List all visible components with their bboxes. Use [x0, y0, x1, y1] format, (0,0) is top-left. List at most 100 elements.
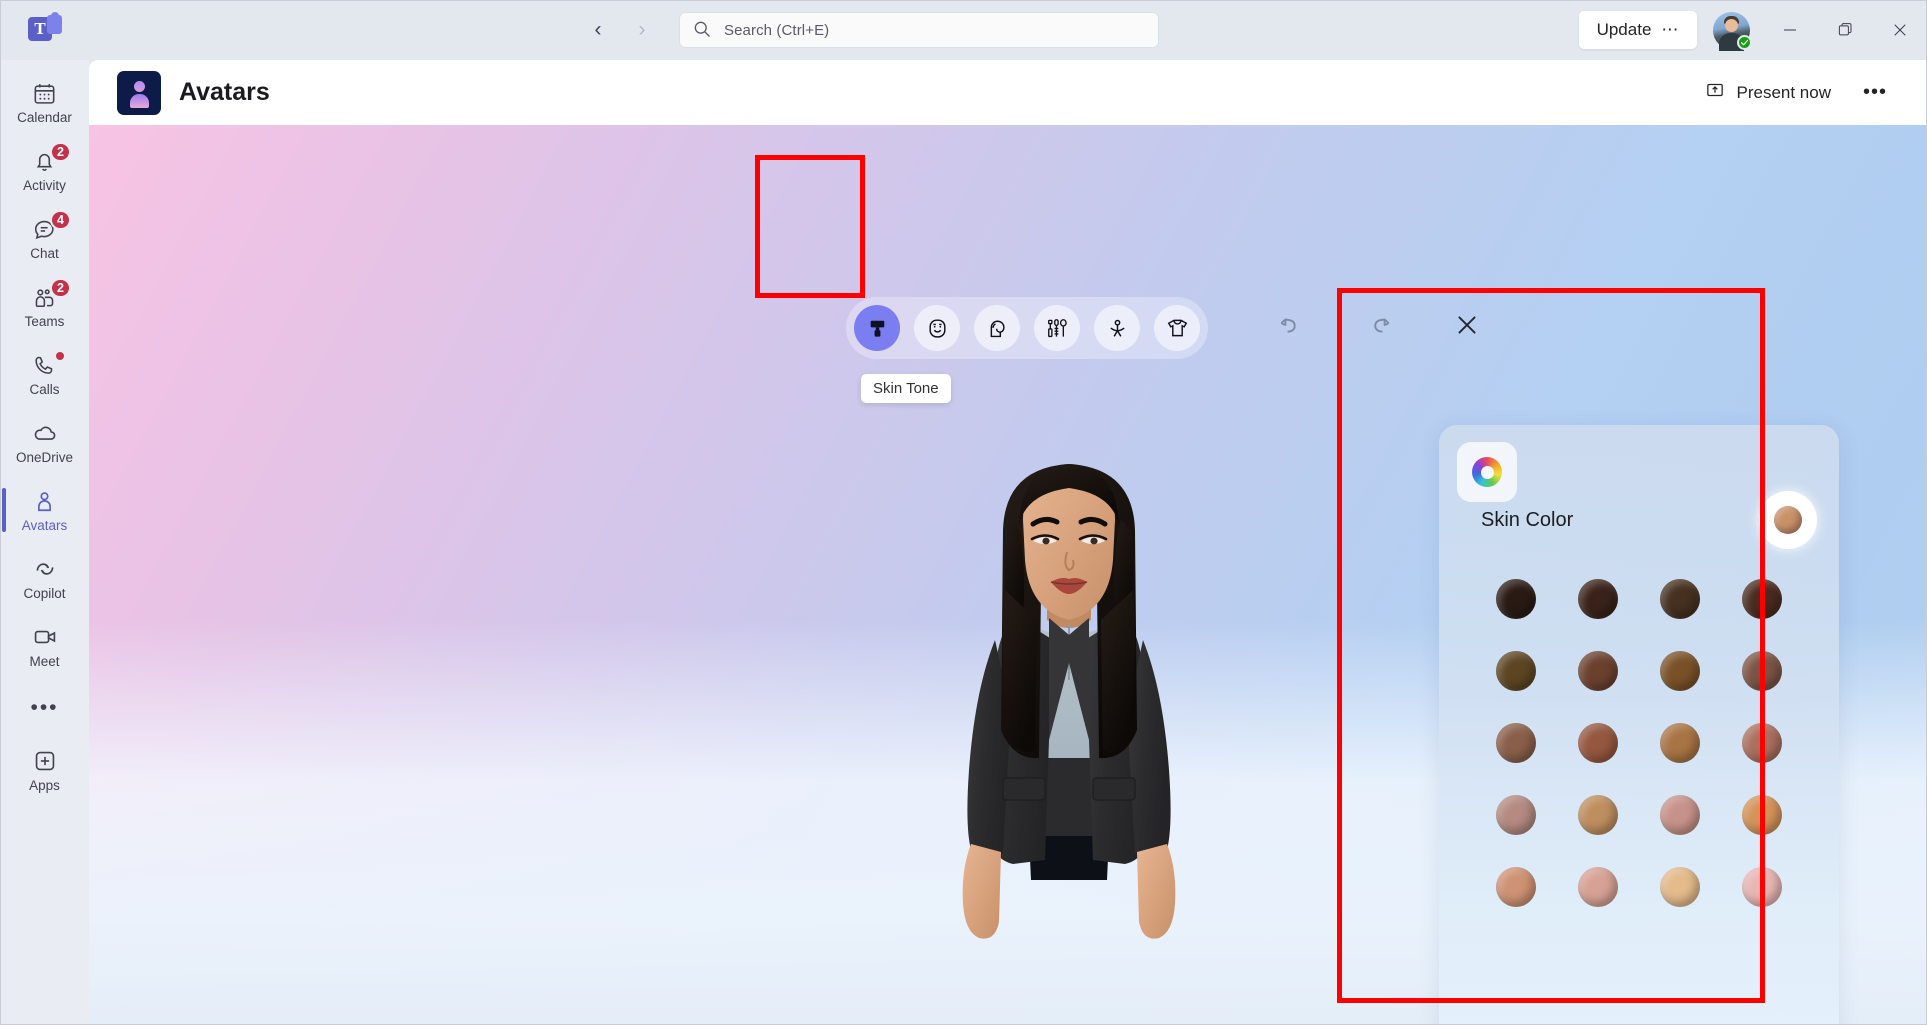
- sidebar-item-label: Avatars: [21, 518, 68, 533]
- current-skin-color-swatch[interactable]: [1759, 491, 1817, 549]
- skin-color-swatch[interactable]: [1494, 649, 1538, 693]
- video-camera-icon: [32, 623, 58, 651]
- content-area: Avatars Present now ••• Skin Tone Skin C…: [89, 60, 1927, 1025]
- navigation-arrows: ‹ ›: [580, 12, 660, 48]
- swatch-color: [1496, 651, 1536, 691]
- title-bar: T ‹ › Search (Ctrl+E) Update ⋯: [0, 0, 1927, 60]
- swatch-color: [1660, 795, 1700, 835]
- skin-color-swatch[interactable]: [1740, 577, 1784, 621]
- editor-actions: [1271, 305, 1487, 345]
- avatars-app-icon: [117, 70, 161, 115]
- hair-icon: [985, 316, 1010, 341]
- undo-icon[interactable]: [1271, 305, 1311, 345]
- skin-color-swatch[interactable]: [1658, 577, 1702, 621]
- status-badge: 4: [50, 210, 71, 230]
- skin-color-swatch[interactable]: [1576, 793, 1620, 837]
- swatch-color: [1742, 579, 1782, 619]
- category-tooltip: Skin Tone: [861, 374, 951, 403]
- sidebar-item-chat[interactable]: 4 Chat: [0, 204, 89, 272]
- update-overflow-icon[interactable]: ⋯: [1661, 20, 1679, 40]
- sidebar-item-label: Chat: [30, 246, 59, 261]
- sidebar-item-apps[interactable]: Apps: [0, 736, 89, 804]
- skin-color-swatch[interactable]: [1740, 865, 1784, 909]
- color-wheel-icon: [1472, 457, 1502, 487]
- category-clothing[interactable]: [1154, 305, 1200, 351]
- skin-color-swatch[interactable]: [1494, 793, 1538, 837]
- skin-color-swatch[interactable]: [1494, 577, 1538, 621]
- swatch-color: [1578, 795, 1618, 835]
- redo-icon[interactable]: [1359, 305, 1399, 345]
- cloud-icon: [32, 419, 58, 447]
- category-body[interactable]: [1094, 305, 1140, 351]
- update-button[interactable]: Update ⋯: [1579, 11, 1697, 49]
- search-placeholder: Search (Ctrl+E): [724, 21, 830, 39]
- sidebar-item-onedrive[interactable]: OneDrive: [0, 408, 89, 476]
- swatch-color: [1496, 723, 1536, 763]
- sidebar-item-label: OneDrive: [15, 450, 74, 465]
- face-icon: [925, 316, 950, 341]
- teams-window: T ‹ › Search (Ctrl+E) Update ⋯ Calendar …: [0, 0, 1927, 1025]
- skin-color-swatch-grid: [1475, 577, 1803, 909]
- swatch-color: [1660, 867, 1700, 907]
- category-face[interactable]: [914, 305, 960, 351]
- sidebar-item-label: Activity: [23, 178, 66, 193]
- swatch-color: [1742, 867, 1782, 907]
- sidebar-item-avatars[interactable]: Avatars: [0, 476, 89, 544]
- skin-color-swatch[interactable]: [1576, 649, 1620, 693]
- skin-color-swatch[interactable]: [1576, 577, 1620, 621]
- close-icon[interactable]: [1872, 0, 1927, 60]
- body-icon: [1105, 316, 1130, 341]
- sidebar-item-calendar[interactable]: Calendar: [0, 68, 89, 136]
- swatch-color: [1742, 723, 1782, 763]
- avatar[interactable]: [1713, 11, 1752, 51]
- maximize-icon[interactable]: [1817, 0, 1872, 60]
- sidebar-item-label: Copilot: [23, 586, 66, 601]
- search-input[interactable]: Search (Ctrl+E): [680, 13, 1158, 47]
- skin-color-swatch[interactable]: [1494, 865, 1538, 909]
- skin-color-swatch[interactable]: [1658, 865, 1702, 909]
- skin-color-swatch[interactable]: [1576, 865, 1620, 909]
- skin-color-swatch[interactable]: [1740, 649, 1784, 693]
- skin-color-swatch[interactable]: [1740, 721, 1784, 765]
- category-skin-tone[interactable]: [854, 305, 900, 351]
- skin-color-swatch[interactable]: [1576, 721, 1620, 765]
- app-header-more-icon[interactable]: •••: [1851, 77, 1899, 108]
- swatch-color: [1660, 651, 1700, 691]
- swatch-color: [1742, 795, 1782, 835]
- swatch-color: [1578, 579, 1618, 619]
- close-editor-icon[interactable]: [1447, 305, 1487, 345]
- sidebar-item-calls[interactable]: Calls: [0, 340, 89, 408]
- present-now-button[interactable]: Present now: [1693, 73, 1843, 112]
- makeup-icon: [1045, 316, 1070, 341]
- sidebar-item-meet[interactable]: Meet: [0, 612, 89, 680]
- category-hair[interactable]: [974, 305, 1020, 351]
- minimize-icon[interactable]: [1762, 0, 1817, 60]
- forward-button[interactable]: ›: [624, 12, 660, 48]
- skin-color-swatch[interactable]: [1740, 793, 1784, 837]
- back-button[interactable]: ‹: [580, 12, 616, 48]
- skin-color-panel: Skin Color: [1439, 425, 1839, 1025]
- sidebar-item-label: Apps: [29, 778, 60, 793]
- presence-available-icon: [1737, 34, 1752, 50]
- person-icon: [32, 487, 57, 515]
- swatch-color: [1742, 651, 1782, 691]
- page-title: Avatars: [179, 78, 270, 106]
- swatch-color: [1578, 867, 1618, 907]
- category-makeup[interactable]: [1034, 305, 1080, 351]
- plus-square-icon: [32, 747, 58, 775]
- skin-color-swatch[interactable]: [1658, 721, 1702, 765]
- sidebar-more-button[interactable]: •••: [0, 680, 89, 736]
- sidebar-item-activity[interactable]: 2 Activity: [0, 136, 89, 204]
- color-wheel-button[interactable]: [1457, 442, 1517, 502]
- swatch-color: [1578, 723, 1618, 763]
- update-label: Update: [1596, 20, 1652, 39]
- sidebar-item-copilot[interactable]: Copilot: [0, 544, 89, 612]
- sidebar-item-teams[interactable]: 2 Teams: [0, 272, 89, 340]
- swatch-color: [1660, 579, 1700, 619]
- status-badge: 2: [50, 278, 71, 298]
- skin-color-swatch[interactable]: [1658, 649, 1702, 693]
- swatch-color: [1578, 651, 1618, 691]
- skin-color-swatch[interactable]: [1658, 793, 1702, 837]
- skin-color-swatch[interactable]: [1494, 721, 1538, 765]
- paintbrush-icon: [865, 316, 890, 341]
